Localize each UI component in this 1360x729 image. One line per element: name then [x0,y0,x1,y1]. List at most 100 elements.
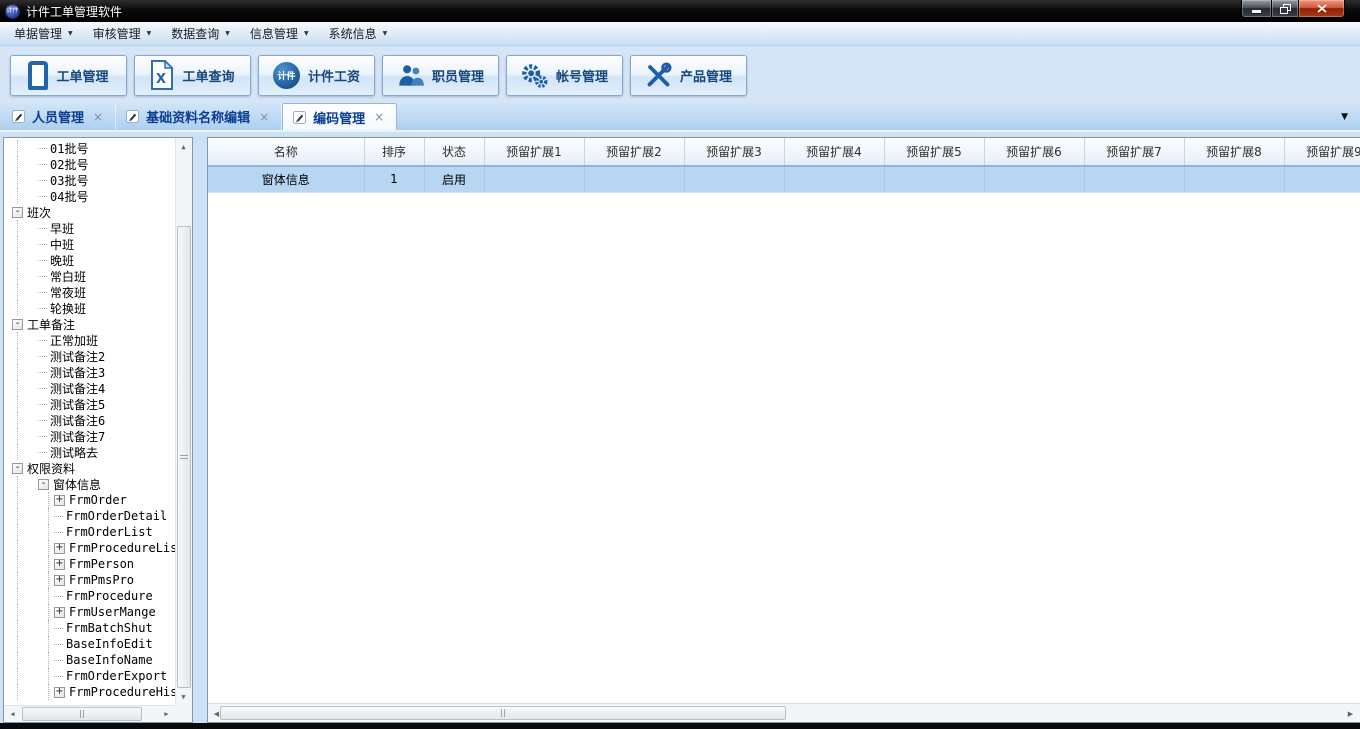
column-header-11[interactable]: 预留扩展9 [1284,138,1360,166]
grid-cell[interactable] [784,166,884,192]
column-header-3[interactable]: 预留扩展1 [484,138,584,166]
column-header-10[interactable]: 预留扩展8 [1184,138,1284,166]
tab-close-icon[interactable]: × [372,110,386,124]
scroll-right-icon[interactable]: ▶ [158,705,175,722]
grid-horizontal-scrollbar[interactable]: ◀ ▶ [208,703,1360,722]
tree-item[interactable]: FrmBatchShut [4,620,175,636]
tab-list-dropdown-icon[interactable]: ▼ [1341,112,1348,122]
scroll-right-icon[interactable]: ▶ [1342,705,1359,722]
tab-2[interactable]: 编码管理× [282,103,397,130]
grid-cell[interactable] [1084,166,1184,192]
column-header-7[interactable]: 预留扩展5 [884,138,984,166]
tree-item[interactable]: +FrmPmsPro [4,572,175,588]
tree-item[interactable]: FrmOrderDetail [4,508,175,524]
toolbar-button-5[interactable]: 产品管理 [630,55,747,96]
tab-1[interactable]: 基础资料名称编辑× [116,103,282,130]
tab-0[interactable]: 人员管理× [2,103,116,130]
toolbar-button-1[interactable]: X工单查询 [134,55,251,96]
tree-item[interactable]: FrmProcedure [4,588,175,604]
tree-item[interactable]: 测试备注2 [4,348,175,364]
column-header-9[interactable]: 预留扩展7 [1084,138,1184,166]
tree-expander-icon[interactable]: + [54,543,65,554]
tree-expander-icon[interactable]: + [54,607,65,618]
tree-item[interactable]: -班次 [4,204,175,220]
tree-item[interactable]: +FrmUserMange [4,604,175,620]
tree-item[interactable]: 02批号 [4,156,175,172]
column-header-2[interactable]: 状态 [424,138,484,166]
grid-cell[interactable] [484,166,584,192]
tree-expander-icon[interactable]: - [12,207,23,218]
tree-item[interactable]: 01批号 [4,140,175,156]
toolbar-button-0[interactable]: 工单管理 [10,55,127,96]
tree-item[interactable]: 早班 [4,220,175,236]
tree-expander-icon[interactable]: + [54,495,65,506]
tree-hscroll-thumb[interactable] [22,707,142,721]
tree-item[interactable]: +FrmProcedureHist [4,684,175,700]
column-header-8[interactable]: 预留扩展6 [984,138,1084,166]
tree-expander-icon[interactable]: + [54,559,65,570]
tree-item[interactable]: +FrmPerson [4,556,175,572]
tree-item[interactable]: +FrmProcedureList [4,540,175,556]
toolbar-button-3[interactable]: 职员管理 [382,55,499,96]
tree-item[interactable]: 常夜班 [4,284,175,300]
tree-item[interactable]: -权限资料 [4,460,175,476]
grid-cell[interactable] [684,166,784,192]
tree-item[interactable]: 测试备注5 [4,396,175,412]
tree-item[interactable]: FrmOrderExport [4,668,175,684]
minimize-button[interactable] [1241,0,1271,18]
tree-item[interactable]: 正常加班 [4,332,175,348]
tree-item[interactable]: 测试备注3 [4,364,175,380]
tree-expander-icon[interactable]: + [54,687,65,698]
tree-item[interactable]: 测试备注6 [4,412,175,428]
tree-item[interactable]: BaseInfoName [4,652,175,668]
tree-item[interactable]: -工单备注 [4,316,175,332]
grid-cell[interactable] [584,166,684,192]
maximize-restore-button[interactable] [1271,0,1299,18]
grid-cell[interactable] [1184,166,1284,192]
grid-cell[interactable]: 启用 [424,166,484,192]
grid-cell[interactable] [884,166,984,192]
menu-item-2[interactable]: 数据查询▼ [161,22,240,45]
grid-hscroll-thumb[interactable] [220,706,786,720]
tree-item[interactable]: 轮换班 [4,300,175,316]
grid-cell[interactable]: 窗体信息 [208,166,364,192]
tree-expander-icon[interactable]: - [12,463,23,474]
tree-expander-icon[interactable]: - [12,319,23,330]
menu-item-3[interactable]: 信息管理▼ [240,22,319,45]
scroll-down-icon[interactable]: ▼ [175,688,192,705]
grid-row[interactable]: 窗体信息1启用 [208,166,1360,192]
column-header-1[interactable]: 排序 [364,138,424,166]
toolbar-button-2[interactable]: 计件计件工资 [258,55,375,96]
tree-expander-icon[interactable]: + [54,575,65,586]
scroll-up-icon[interactable]: ▲ [175,138,192,155]
tree-expander-icon[interactable]: - [38,479,49,490]
grid-cell[interactable] [1284,166,1360,192]
grid-cell[interactable] [984,166,1084,192]
tree-item[interactable]: 测试略去 [4,444,175,460]
tree-item[interactable]: 03批号 [4,172,175,188]
tree-item[interactable]: +FrmOrder [4,492,175,508]
tree-item[interactable]: 常白班 [4,268,175,284]
toolbar-button-4[interactable]: 帐号管理 [506,55,623,96]
tab-close-icon[interactable]: × [91,110,105,124]
menu-item-4[interactable]: 系统信息▼ [319,22,398,45]
tree-item[interactable]: BaseInfoEdit [4,636,175,652]
column-header-5[interactable]: 预留扩展3 [684,138,784,166]
column-header-4[interactable]: 预留扩展2 [584,138,684,166]
tree-item[interactable]: 04批号 [4,188,175,204]
close-button[interactable] [1299,0,1345,18]
column-header-0[interactable]: 名称 [208,138,364,166]
tree-item[interactable]: 测试备注4 [4,380,175,396]
tab-close-icon[interactable]: × [257,110,271,124]
tree-item[interactable]: 中班 [4,236,175,252]
tree-vscroll-thumb[interactable] [177,226,191,688]
menu-item-0[interactable]: 单据管理▼ [4,22,83,45]
grid-cell[interactable]: 1 [364,166,424,192]
tree-item[interactable]: 测试备注7 [4,428,175,444]
menu-item-1[interactable]: 审核管理▼ [83,22,162,45]
tree-vertical-scrollbar[interactable]: ▲ ▼ [175,138,192,705]
tree-item[interactable]: -窗体信息 [4,476,175,492]
tree-item[interactable]: 晚班 [4,252,175,268]
scroll-left-icon[interactable]: ◀ [4,705,21,722]
tree-horizontal-scrollbar[interactable]: ◀ ▶ [4,705,175,722]
